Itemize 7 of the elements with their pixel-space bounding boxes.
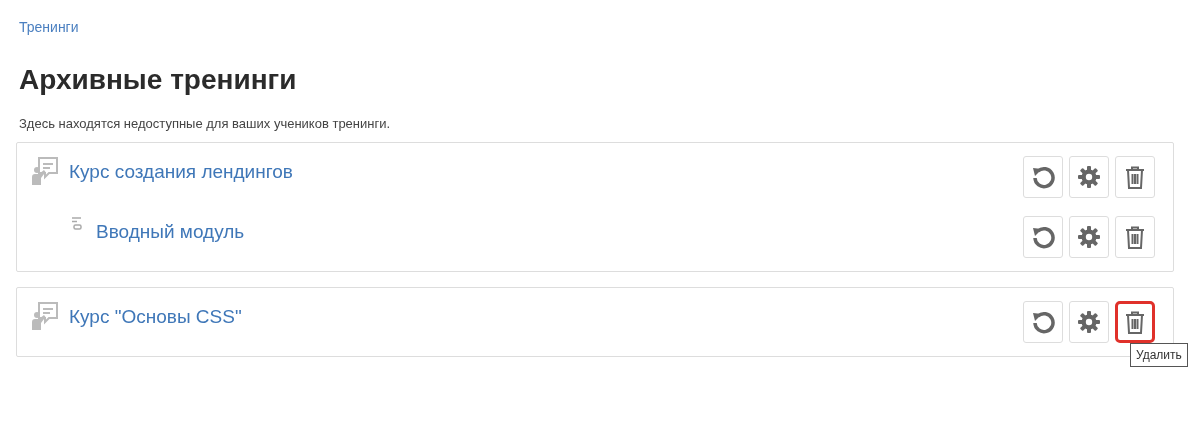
course-link[interactable]: Курс "Основы CSS" [69, 306, 242, 328]
tooltip: Удалить [1130, 343, 1188, 367]
course-link[interactable]: Курс создания лендингов [69, 161, 293, 183]
page-title: Архивные тренинги [19, 64, 298, 96]
module-link[interactable]: Вводный модуль [96, 221, 245, 243]
breadcrumb-link[interactable]: Тренинги [19, 19, 79, 35]
page-description: Здесь находятся недоступные для ваших учеников тренинги. [19, 116, 392, 131]
